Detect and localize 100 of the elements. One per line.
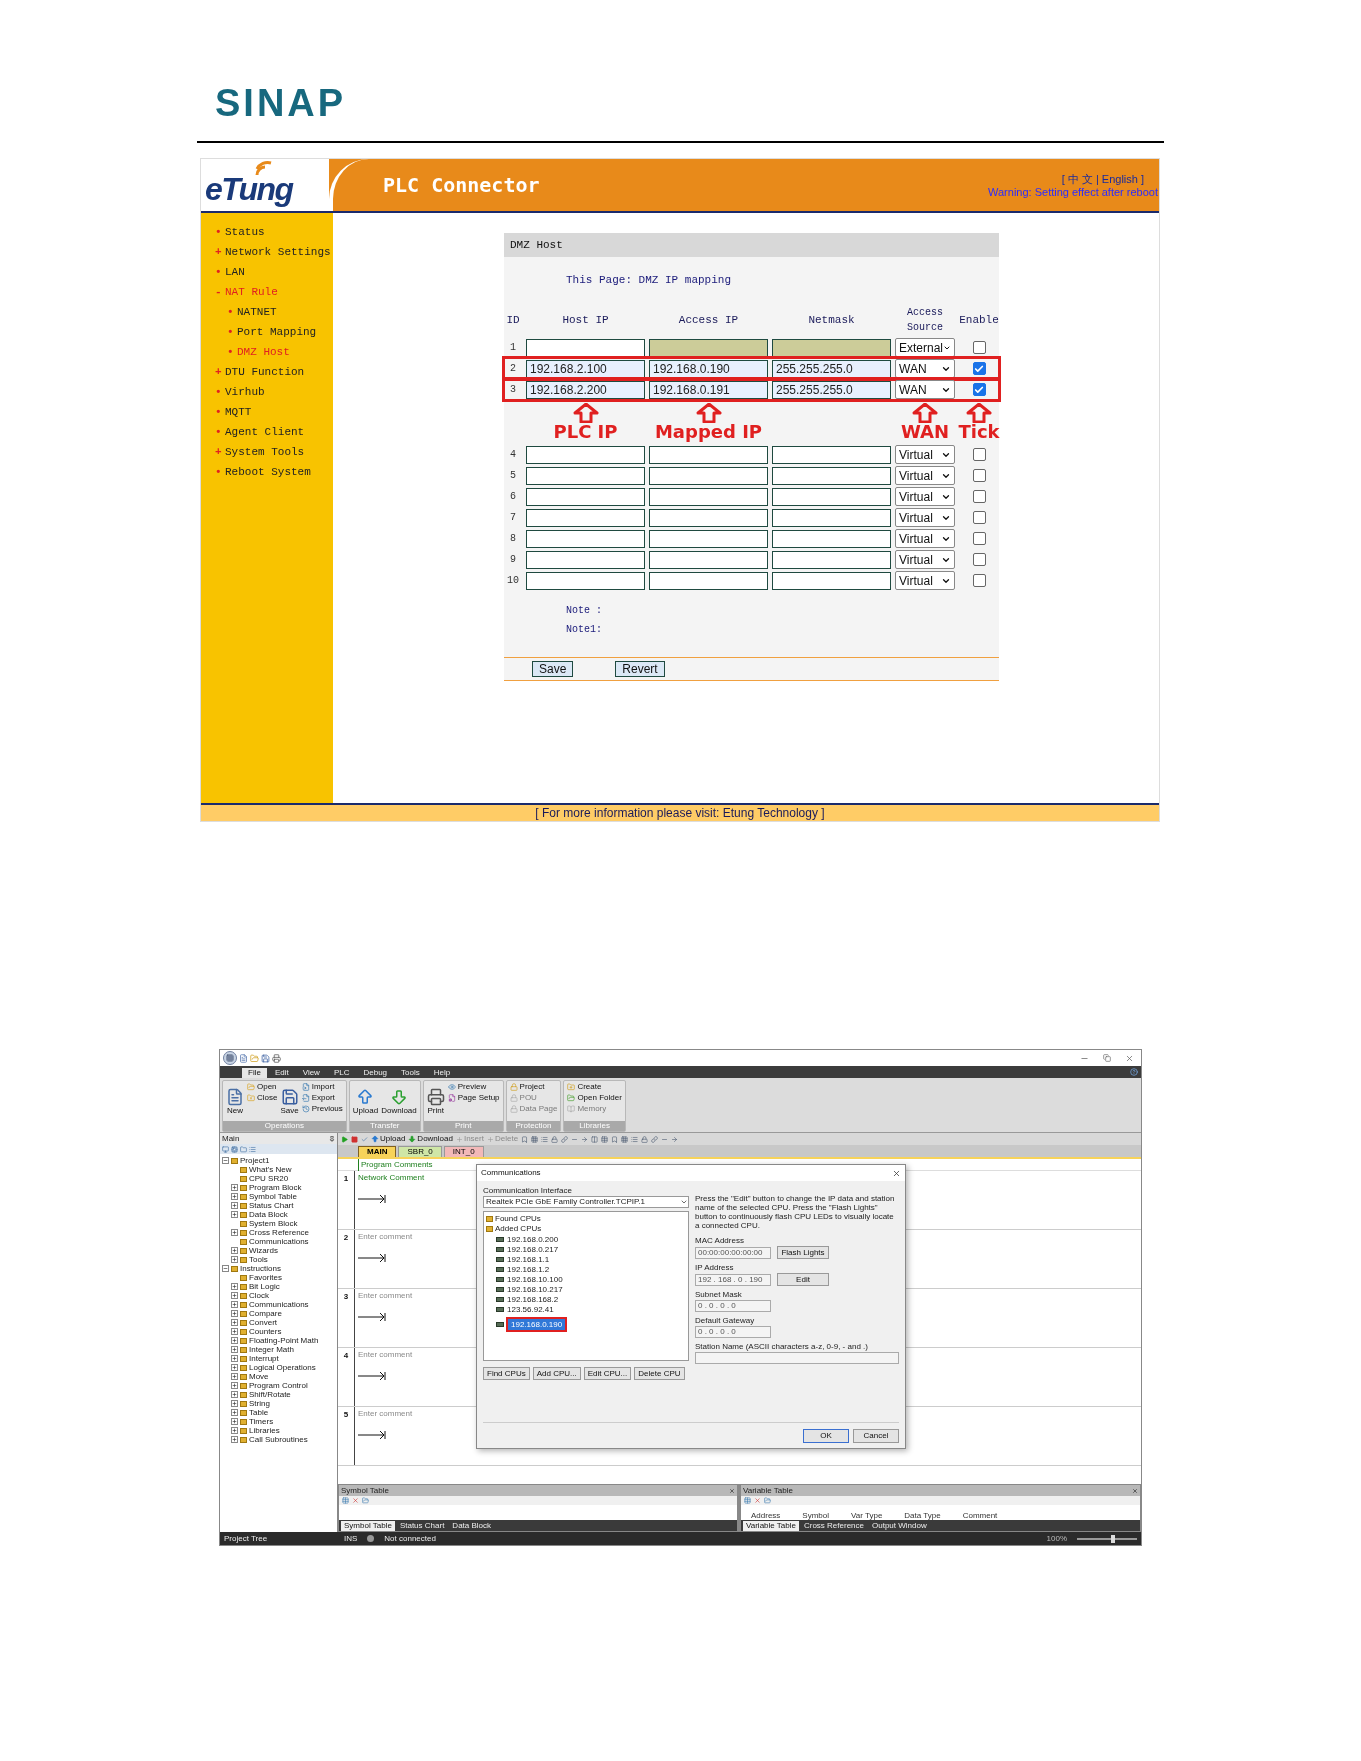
expand-icon[interactable] [231, 1427, 238, 1434]
expand-icon[interactable] [231, 1400, 238, 1407]
language-links[interactable]: [ 中 文 | English ] [1061, 173, 1144, 186]
expand-icon[interactable] [231, 1409, 238, 1416]
ribbon-button[interactable]: Download [381, 1082, 417, 1121]
tree-item[interactable]: Logical Operations [249, 1363, 316, 1372]
ip-field[interactable] [772, 487, 891, 506]
ribbon-button[interactable]: Previous [301, 1104, 343, 1114]
ribbon-button[interactable]: Upload [352, 1082, 379, 1121]
tree-item[interactable]: Status Chart [249, 1201, 294, 1210]
cpu-item[interactable]: 192.168.0.200 [506, 1234, 560, 1244]
enable-checkbox[interactable] [972, 553, 986, 566]
tree-item[interactable]: Wizards [249, 1246, 278, 1255]
cpu-item[interactable]: 123.56.92.41 [506, 1304, 555, 1314]
tree-item[interactable]: Table [249, 1408, 269, 1417]
dialog-button[interactable]: Add CPU... [532, 1367, 581, 1380]
ip-field[interactable] [649, 445, 768, 464]
tree-item[interactable]: Program Control [249, 1381, 308, 1390]
enable-checkbox[interactable] [972, 448, 986, 461]
menu-tab[interactable]: Help [427, 1068, 457, 1078]
tree-item[interactable]: Clock [249, 1291, 269, 1300]
monitor-icon[interactable] [222, 1145, 229, 1153]
enable-checkbox[interactable] [972, 490, 986, 503]
panel-tab[interactable]: Status Chart [396, 1520, 448, 1531]
nav-link[interactable]: LAN [225, 263, 245, 281]
tree-item[interactable]: Added CPUs [495, 1225, 542, 1233]
menu-tab[interactable]: Debug [357, 1068, 394, 1078]
editor-tab[interactable]: INT_0 [443, 1146, 484, 1157]
grid-icon[interactable] [621, 1135, 629, 1143]
collapse-icon[interactable] [222, 1265, 229, 1272]
tree-item[interactable]: What's New [249, 1165, 292, 1174]
nav-link[interactable]: Virhub [225, 383, 265, 401]
expand-icon[interactable] [231, 1283, 238, 1290]
tree-item[interactable]: Interrupt [249, 1354, 279, 1363]
dialog-button[interactable]: Delete CPU [634, 1367, 685, 1380]
list-icon[interactable] [249, 1145, 256, 1153]
ribbon-button[interactable]: Close [247, 1093, 278, 1103]
panel-tab[interactable]: Data Block [449, 1520, 495, 1531]
enable-checkbox[interactable] [972, 532, 986, 545]
tree-item[interactable]: Program Block [249, 1183, 302, 1192]
ip-field[interactable] [772, 529, 891, 548]
nav-link[interactable]: System Tools [225, 443, 305, 461]
cpu-item[interactable]: 192.168.0.217 [506, 1244, 560, 1254]
ip-field[interactable] [649, 571, 768, 590]
expand-icon[interactable] [231, 1337, 238, 1344]
menu-tab[interactable]: File [242, 1068, 267, 1078]
expand-icon[interactable] [231, 1436, 238, 1443]
ip-field[interactable] [526, 445, 645, 464]
ip-field[interactable] [772, 508, 891, 527]
ip-field[interactable]: 192.168.0.190 [649, 359, 768, 378]
nav-link[interactable]: Network Settings [225, 243, 331, 261]
panel-tab[interactable]: Variable Table [743, 1520, 799, 1531]
panel-tab[interactable]: Output Window [869, 1520, 930, 1531]
cpu-item[interactable]: 192.168.10.217 [506, 1284, 564, 1294]
dialog-button[interactable]: Edit [777, 1273, 829, 1286]
expand-icon[interactable] [231, 1193, 238, 1200]
ribbon-button[interactable]: Import [301, 1082, 343, 1092]
cpu-item[interactable]: 192.168.168.2 [506, 1294, 560, 1304]
input-field[interactable] [695, 1352, 899, 1364]
ribbon-button[interactable]: New [226, 1082, 244, 1121]
expand-icon[interactable] [231, 1364, 238, 1371]
input-field[interactable]: 00:00:00:00:00:00 [695, 1246, 771, 1259]
expand-icon[interactable] [231, 1373, 238, 1380]
expand-icon[interactable] [231, 1418, 238, 1425]
list-icon[interactable] [631, 1135, 639, 1143]
ip-field[interactable] [772, 466, 891, 485]
expand-icon[interactable] [231, 1355, 238, 1362]
ribbon-button[interactable]: Page Setup [447, 1093, 500, 1103]
ribbon-button[interactable]: Save [280, 1082, 299, 1121]
ip-field[interactable]: 192.168.2.100 [526, 359, 645, 378]
tree-item[interactable]: Favorites [249, 1273, 282, 1282]
tree-item[interactable]: Convert [249, 1318, 277, 1327]
expand-icon[interactable] [231, 1391, 238, 1398]
grid-icon[interactable] [531, 1135, 539, 1143]
lock-icon[interactable] [641, 1135, 649, 1143]
menu-tab[interactable]: View [296, 1068, 326, 1078]
run-icon[interactable] [341, 1135, 348, 1143]
tree-item[interactable]: Floating-Point Math [249, 1336, 319, 1345]
expand-icon[interactable] [231, 1247, 238, 1254]
ribbon-button[interactable]: Create [567, 1082, 622, 1092]
source-dropdown[interactable]: Virtual [895, 466, 955, 485]
source-dropdown[interactable]: Virtual [895, 508, 955, 527]
source-dropdown[interactable]: Virtual [895, 550, 955, 569]
file-icon[interactable] [239, 1053, 248, 1063]
enable-checkbox[interactable] [972, 574, 986, 587]
close-icon[interactable] [892, 1168, 901, 1178]
arrow-right-icon[interactable] [581, 1135, 589, 1143]
comment-field[interactable]: Enter comment [358, 1290, 413, 1302]
cpu-item[interactable]: 192.168.1.2 [506, 1264, 551, 1274]
expand-icon[interactable] [231, 1346, 238, 1353]
expand-icon[interactable] [231, 1319, 238, 1326]
enable-checkbox[interactable] [972, 362, 986, 375]
tree-item[interactable]: Communications [249, 1237, 309, 1246]
cpu-item[interactable]: 192.168.0.190 [506, 1316, 568, 1332]
pin-icon[interactable] [329, 1135, 335, 1142]
dialog-button[interactable]: Flash Lights [777, 1246, 829, 1259]
nav-link[interactable]: Status [225, 223, 265, 241]
menu-tab[interactable]: Tools [395, 1068, 426, 1078]
ip-field[interactable]: 255.255.255.0 [772, 359, 891, 378]
ip-field[interactable] [649, 529, 768, 548]
